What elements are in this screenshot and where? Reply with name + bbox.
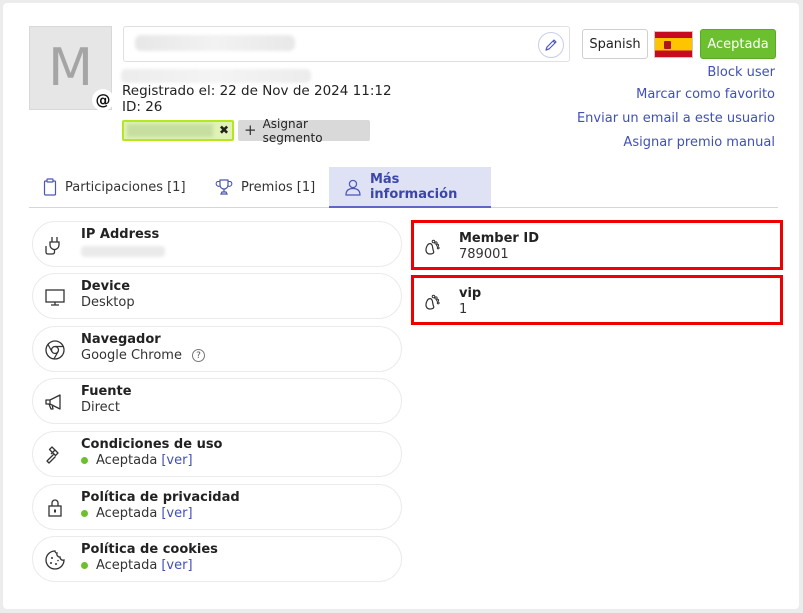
redacted-email (121, 69, 311, 83)
privacy-value: Aceptada [ver] (81, 506, 193, 521)
vip-title: vip (459, 286, 482, 301)
device-value: Desktop (81, 295, 135, 310)
clipboard-icon (43, 178, 57, 196)
privacy-title: Política de privacidad (81, 490, 240, 505)
segment-chip: ✖ (122, 120, 234, 141)
info-ip-address: IP Address (32, 221, 402, 267)
plug-icon (42, 233, 68, 257)
accepted-dot-icon (81, 562, 88, 569)
tab-participaciones[interactable]: Participaciones [1] (43, 167, 186, 207)
redacted-segment (127, 124, 213, 137)
gavel-icon (42, 443, 68, 467)
trophy-icon (215, 179, 233, 195)
user-profile-card: M @ Registrado el: 22 de Nov de 2024 11:… (3, 3, 799, 609)
block-user-link[interactable]: Block user (707, 65, 775, 80)
terms-value: Aceptada [ver] (81, 453, 193, 468)
lock-icon (42, 496, 68, 520)
custom-field-member-id: Member ID 789001 (411, 220, 783, 270)
custom-field-vip: vip 1 (411, 275, 783, 325)
privacy-view-link[interactable]: [ver] (161, 506, 192, 521)
browser-name: Google Chrome (81, 348, 182, 363)
redacted-name (135, 35, 295, 51)
tab-bar: Participaciones [1] Premios [1] Más info… (29, 167, 778, 208)
source-value: Direct (81, 400, 120, 415)
assign-segment-label: Asignar segmento (262, 116, 323, 145)
chrome-icon (42, 338, 68, 362)
info-privacy: Política de privacidad Aceptada [ver] (32, 484, 402, 530)
info-terms: Condiciones de uso Aceptada [ver] (32, 431, 402, 477)
edit-name-button[interactable] (538, 32, 564, 58)
ip-value (81, 243, 165, 257)
flag-crest (664, 41, 671, 49)
accepted-dot-icon (81, 510, 88, 517)
megaphone-icon (42, 390, 68, 414)
pencil-icon (545, 39, 557, 51)
monitor-icon (42, 285, 68, 309)
info-browser: Navegador Google Chrome? (32, 326, 402, 372)
terms-title: Condiciones de uso (81, 437, 223, 452)
footprint-icon (420, 289, 446, 313)
cookie-icon (42, 548, 68, 572)
info-cookies: Política de cookies Aceptada [ver] (32, 536, 402, 582)
member-id-title: Member ID (459, 231, 539, 246)
plus-icon: + (244, 121, 257, 139)
device-title: Device (81, 279, 131, 294)
language-button[interactable]: Spanish (582, 29, 648, 59)
tab-participaciones-label: Participaciones [1] (65, 179, 186, 195)
vip-value: 1 (459, 302, 468, 317)
browser-value: Google Chrome? (81, 348, 205, 363)
send-email-link[interactable]: Enviar un email a este usuario (577, 111, 775, 126)
tab-mas-informacion[interactable]: Más información (329, 167, 491, 208)
remove-segment-icon[interactable]: ✖ (219, 123, 229, 137)
assign-prize-link[interactable]: Asignar premio manual (623, 135, 775, 150)
source-title: Fuente (81, 384, 132, 399)
tab-mas-informacion-label: Más información (369, 171, 458, 202)
terms-status: Aceptada (96, 453, 158, 468)
cookies-view-link[interactable]: [ver] (161, 558, 192, 573)
mark-favorite-link[interactable]: Marcar como favorito (636, 87, 775, 102)
browser-title: Navegador (81, 332, 161, 347)
cookies-value: Aceptada [ver] (81, 558, 193, 573)
assign-segment-button[interactable]: + Asignar segmento (238, 117, 370, 145)
at-badge-icon: @ (92, 89, 114, 111)
privacy-status: Aceptada (96, 506, 158, 521)
spain-flag-icon[interactable] (654, 31, 693, 58)
cookies-status: Aceptada (96, 558, 158, 573)
info-device: Device Desktop (32, 273, 402, 319)
terms-view-link[interactable]: [ver] (161, 453, 192, 468)
footprint-icon (420, 234, 446, 258)
help-icon[interactable]: ? (191, 349, 205, 362)
member-id-value: 789001 (459, 247, 509, 262)
registration-date: Registrado el: 22 de Nov de 2024 11:12 (122, 83, 392, 99)
user-icon (345, 179, 361, 196)
accepted-dot-icon (81, 457, 88, 464)
redacted-ip (81, 246, 165, 257)
status-button[interactable]: Aceptada (700, 29, 776, 59)
tab-premios[interactable]: Premios [1] (215, 167, 315, 207)
user-id: ID: 26 (122, 99, 163, 115)
avatar-letter: M (48, 38, 93, 98)
tab-premios-label: Premios [1] (241, 179, 316, 195)
ip-title: IP Address (81, 227, 160, 242)
user-name-field[interactable] (123, 26, 570, 62)
cookies-title: Política de cookies (81, 542, 218, 557)
info-source: Fuente Direct (32, 378, 402, 424)
